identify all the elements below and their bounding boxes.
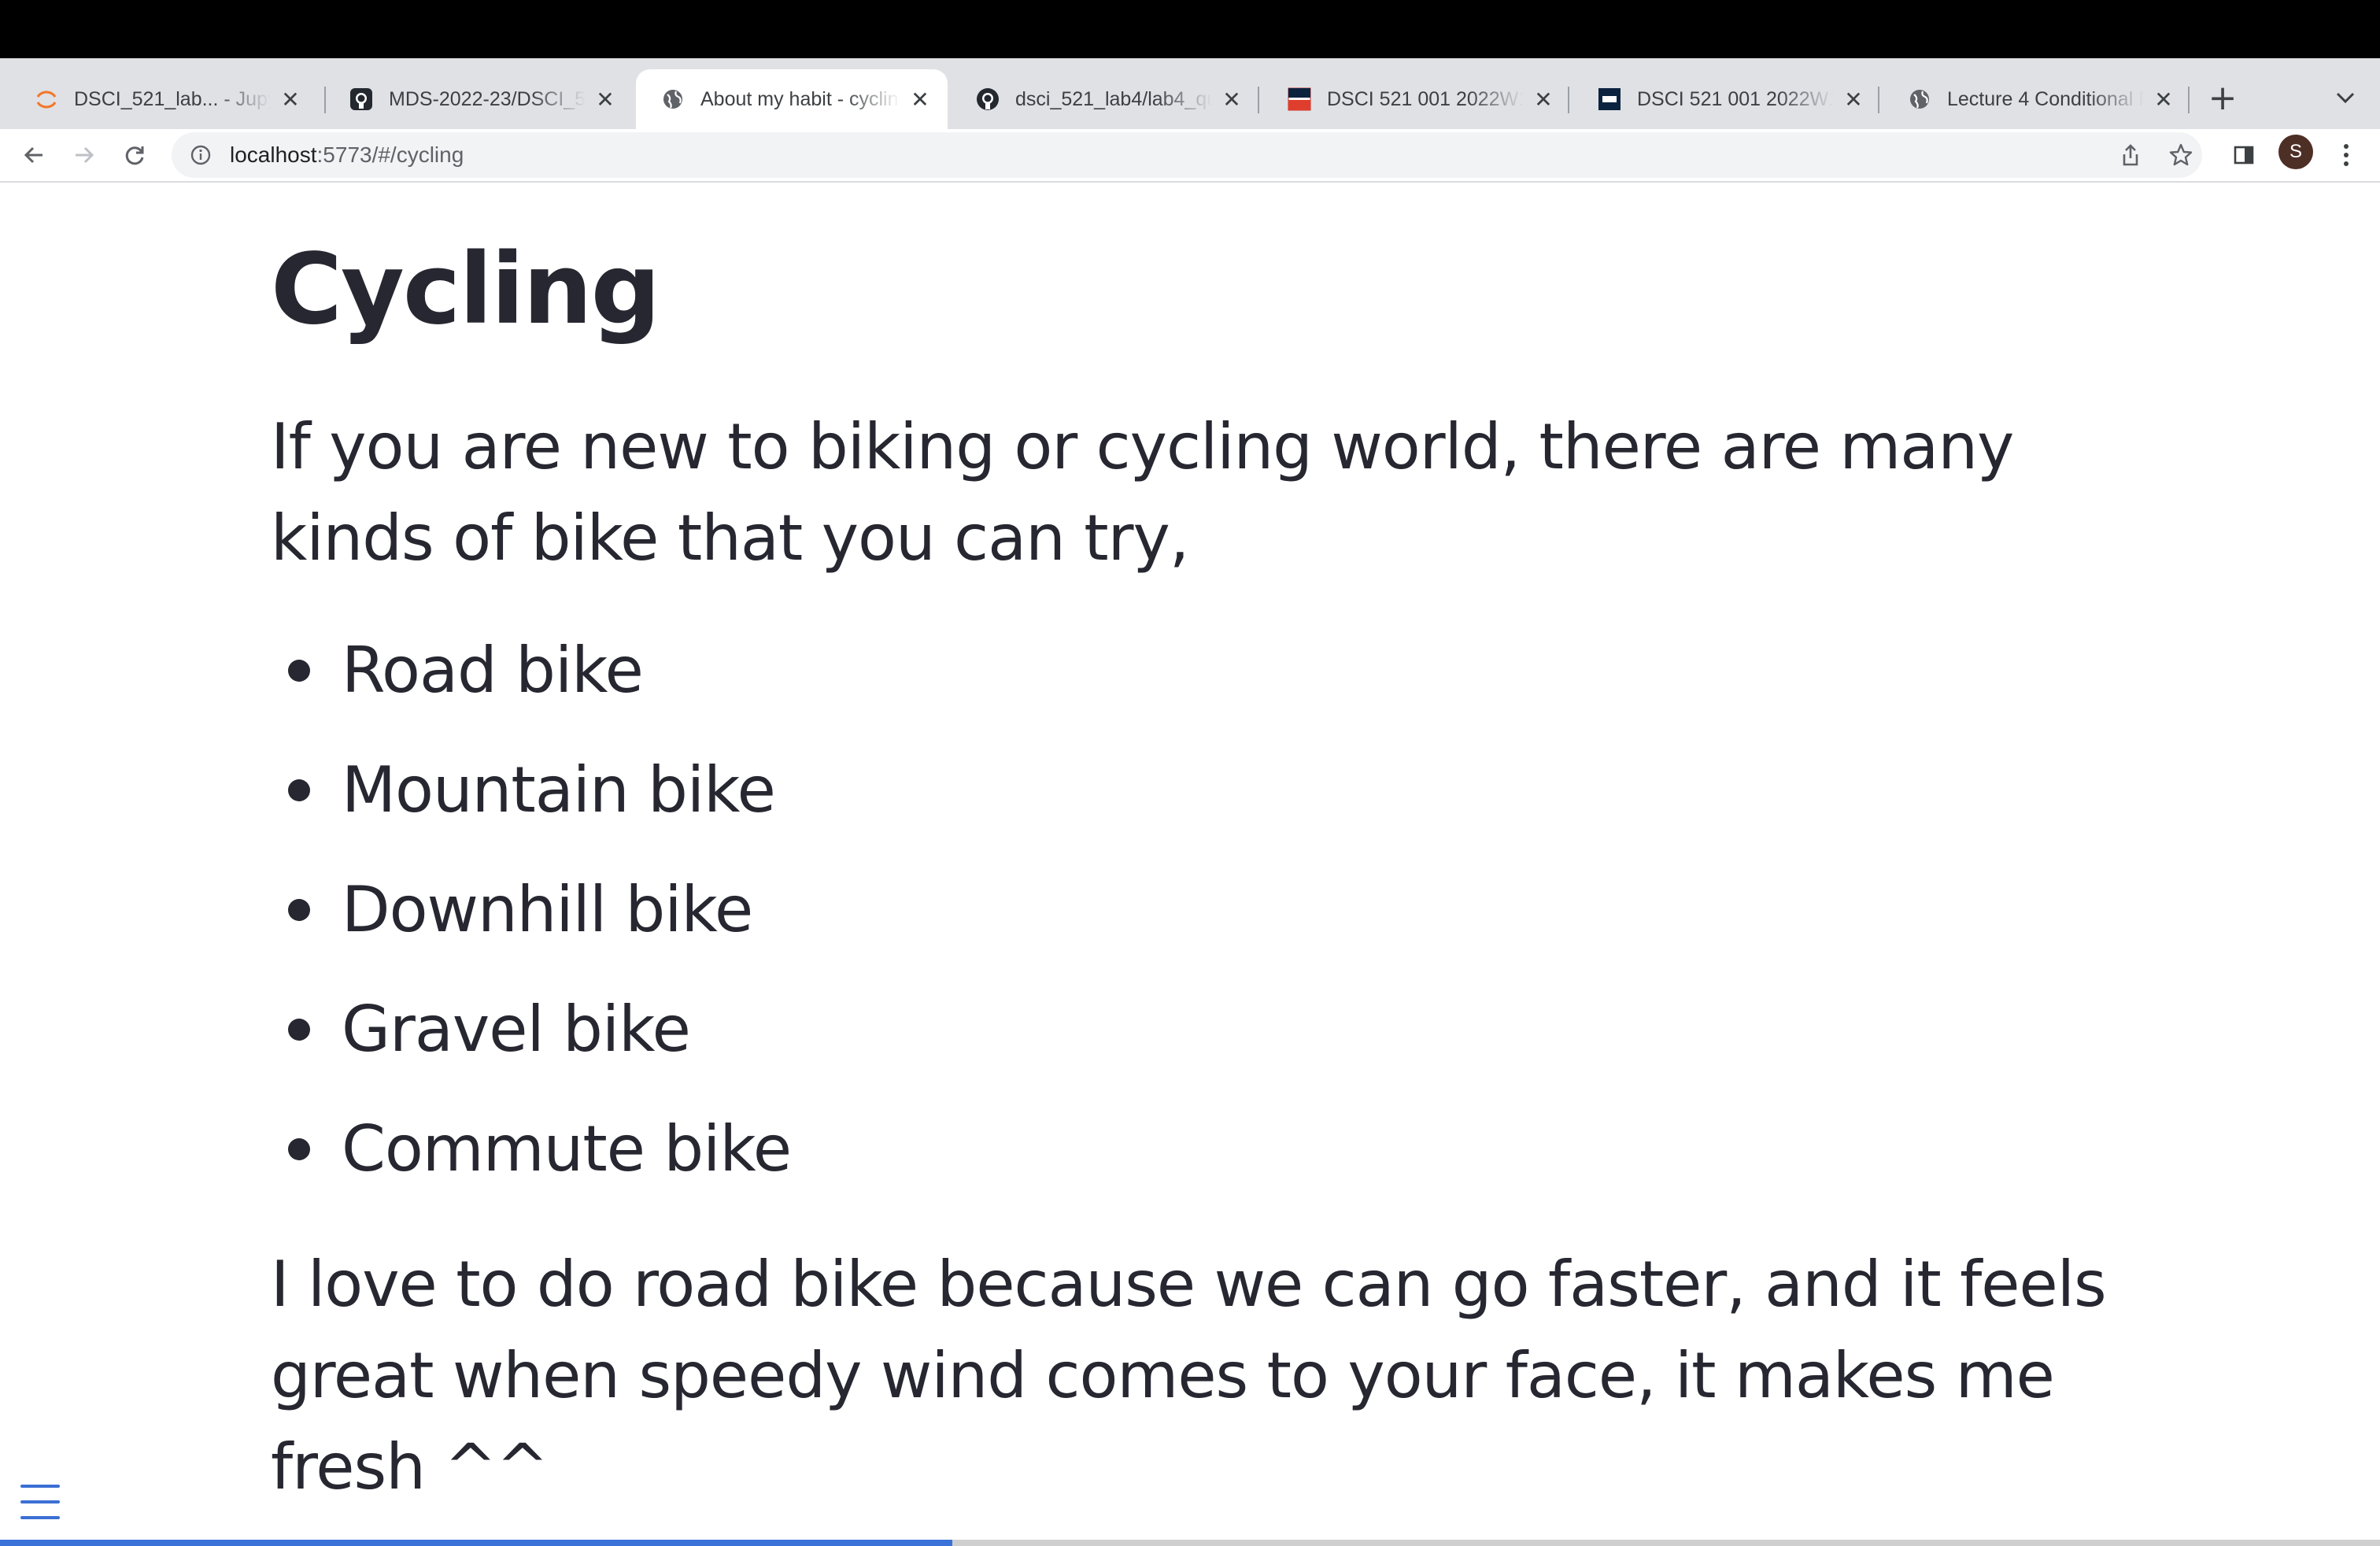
share-icon[interactable] xyxy=(2112,137,2149,173)
ubc-icon xyxy=(1598,87,1621,111)
forward-arrow-icon[interactable] xyxy=(65,135,104,175)
list-item: Road bike xyxy=(271,611,2120,730)
back-arrow-icon[interactable] xyxy=(14,135,54,175)
address-bar[interactable]: localhost:5773/#/cycling xyxy=(172,132,2202,178)
os-top-bar xyxy=(0,0,2380,58)
github-icon xyxy=(976,87,1000,111)
toolbar-divider xyxy=(0,181,2380,183)
close-icon[interactable]: ✕ xyxy=(1840,86,1867,113)
github-icon xyxy=(349,87,373,111)
side-panel-icon[interactable] xyxy=(2224,135,2264,175)
slide-content: Cycling If you are new to biking or cycl… xyxy=(271,236,2120,1513)
url-host: localhost xyxy=(230,142,317,167)
tab-title: DSCI 521 001 2022W1 Canvas xyxy=(1327,87,1524,110)
tab-title: dsci_521_lab4/lab4_quarto xyxy=(1015,87,1212,110)
jupyter-icon xyxy=(35,87,58,111)
list-item-label: Road bike xyxy=(342,634,644,707)
slide-progress-bar xyxy=(0,1540,2380,1546)
tab-github-lab4[interactable]: dsci_521_lab4/lab4_quarto ✕ xyxy=(951,69,1259,129)
bullet-icon xyxy=(288,660,310,682)
list-item: Downhill bike xyxy=(271,850,2120,970)
bullet-icon xyxy=(288,1019,310,1041)
bullet-icon xyxy=(288,779,310,801)
tab-cycling-active[interactable]: About my habit - cycling ✕ xyxy=(636,69,948,129)
kebab-menu-icon[interactable] xyxy=(2326,135,2366,175)
close-icon[interactable]: ✕ xyxy=(592,86,619,113)
tab-title: About my habit - cycling xyxy=(700,87,900,110)
closing-paragraph: I love to do road bike because we can go… xyxy=(271,1248,2107,1503)
url-path: :5773/#/cycling xyxy=(316,142,464,167)
globe-icon xyxy=(661,87,685,111)
slide-progress-fill xyxy=(0,1540,952,1546)
tab-title: MDS-2022-23/DSCI_521 xyxy=(389,87,586,110)
site-info-icon[interactable] xyxy=(189,143,213,167)
tab-strip: DSCI_521_lab... - Jupyter ✕ MDS-2022-23/… xyxy=(0,58,2380,129)
menu-line xyxy=(20,1516,60,1519)
list-item-label: Downhill bike xyxy=(342,873,753,946)
bike-type-list: Road bike Mountain bike Downhill bike Gr… xyxy=(271,611,2120,1209)
bookmark-star-icon[interactable] xyxy=(2163,137,2199,173)
browser-toolbar: localhost:5773/#/cycling xyxy=(0,129,2380,181)
tab-title: DSCI 521 001 2022W1 Canvas xyxy=(1637,87,1834,110)
tab-search-icon[interactable] xyxy=(2326,79,2364,117)
tab-github-mds[interactable]: MDS-2022-23/DSCI_521 ✕ xyxy=(324,69,633,129)
tab-title: DSCI_521_lab... - Jupyter xyxy=(74,87,271,110)
tab-separator xyxy=(1258,87,1259,113)
bullet-icon xyxy=(288,899,310,921)
bullet-icon xyxy=(288,1138,310,1160)
close-icon[interactable]: ✕ xyxy=(1218,86,1245,113)
url-text: localhost:5773/#/cycling xyxy=(230,142,464,168)
close-icon[interactable]: ✕ xyxy=(1530,86,1557,113)
list-item-label: Commute bike xyxy=(342,1112,792,1185)
reload-icon[interactable] xyxy=(115,135,154,175)
new-tab-button[interactable]: + xyxy=(2204,78,2241,118)
intro-paragraph: If you are new to biking or cycling worl… xyxy=(271,410,2014,575)
tab-separator xyxy=(1878,87,1879,113)
page-title: Cycling xyxy=(271,233,660,346)
list-item-label: Gravel bike xyxy=(342,993,691,1066)
tab-canvas-2[interactable]: DSCI 521 001 2022W1 Canvas ✕ xyxy=(1572,69,1881,129)
close-icon[interactable]: ✕ xyxy=(2150,86,2177,113)
tab-lecture-4[interactable]: Lecture 4 Conditional Formatting ✕ xyxy=(1883,69,2191,129)
tab-separator xyxy=(2188,87,2190,113)
tab-title: Lecture 4 Conditional Formatting xyxy=(1947,87,2144,110)
close-icon[interactable]: ✕ xyxy=(907,86,933,113)
list-item: Gravel bike xyxy=(271,970,2120,1089)
list-item: Mountain bike xyxy=(271,730,2120,850)
close-icon[interactable]: ✕ xyxy=(277,86,304,113)
menu-line xyxy=(20,1485,60,1488)
ubc-canvas-icon xyxy=(1288,87,1311,111)
slide-menu-icon[interactable] xyxy=(20,1485,60,1519)
tab-canvas-1[interactable]: DSCI 521 001 2022W1 Canvas ✕ xyxy=(1262,69,1571,129)
profile-avatar[interactable]: S xyxy=(2278,135,2313,169)
tab-separator xyxy=(1568,87,1569,113)
list-item-label: Mountain bike xyxy=(342,753,776,827)
tab-jupyter[interactable]: DSCI_521_lab... - Jupyter ✕ xyxy=(9,69,318,129)
globe-icon xyxy=(1908,87,1931,111)
menu-line xyxy=(20,1500,60,1503)
list-item: Commute bike xyxy=(271,1089,2120,1209)
